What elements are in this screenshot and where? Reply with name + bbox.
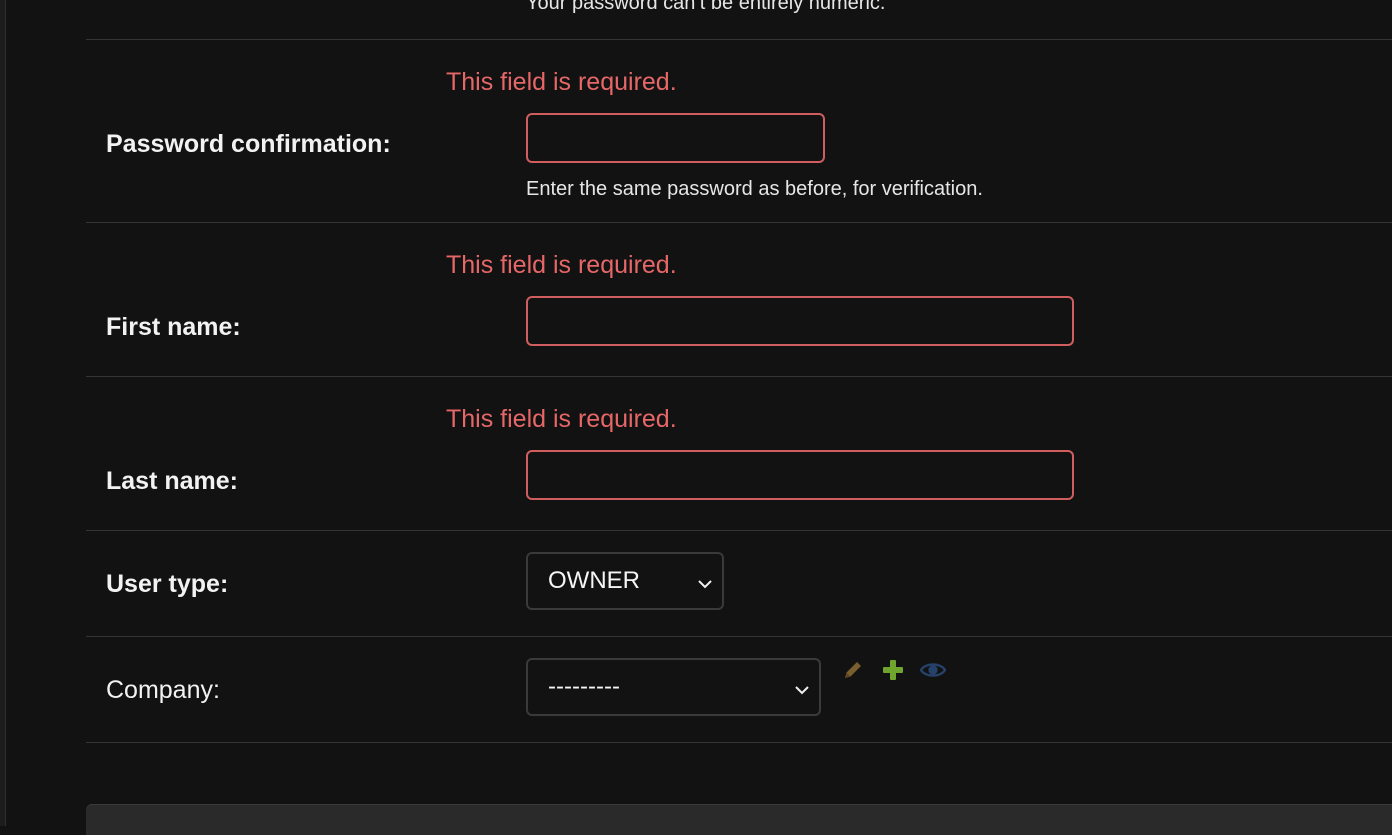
user-type-select[interactable]: OWNER [526, 552, 724, 610]
last-name-label: Last name: [106, 467, 238, 495]
eye-icon[interactable] [920, 657, 946, 683]
sidebar-edge [0, 0, 6, 826]
chevron-down-icon [696, 572, 714, 600]
first-name-label: First name: [106, 313, 241, 341]
row-divider [86, 742, 1392, 743]
chevron-down-icon [793, 678, 811, 706]
form-row-user-type: User type: OWNER [86, 531, 1392, 636]
user-form: Your password can’t be entirely numeric.… [86, 0, 1392, 835]
form-row-last-name: This field is required. Last name: [86, 377, 1392, 530]
form-row-first-name: This field is required. First name: [86, 223, 1392, 376]
first-name-input[interactable] [526, 296, 1074, 346]
user-type-selected-value: OWNER [548, 567, 640, 594]
company-label: Company: [106, 676, 220, 704]
company-select[interactable]: --------- [526, 658, 821, 716]
last-name-error: This field is required. [446, 405, 677, 433]
password-confirmation-label: Password confirmation: [106, 130, 391, 158]
plus-icon[interactable] [880, 657, 906, 683]
user-type-label: User type: [106, 570, 229, 598]
first-name-error: This field is required. [446, 251, 677, 279]
company-selected-value: --------- [548, 673, 620, 700]
password-confirmation-input[interactable] [526, 113, 825, 163]
submit-row [86, 804, 1392, 835]
pencil-icon[interactable] [840, 657, 866, 683]
last-name-input[interactable] [526, 450, 1074, 500]
form-row-password-confirmation: This field is required. Password confirm… [86, 40, 1392, 222]
password-confirmation-error: This field is required. [446, 68, 677, 96]
password-help-text: Your password can’t be entirely numeric. [526, 0, 886, 14]
password-confirmation-help: Enter the same password as before, for v… [526, 178, 983, 200]
form-row-company: Company: --------- [86, 637, 1392, 742]
